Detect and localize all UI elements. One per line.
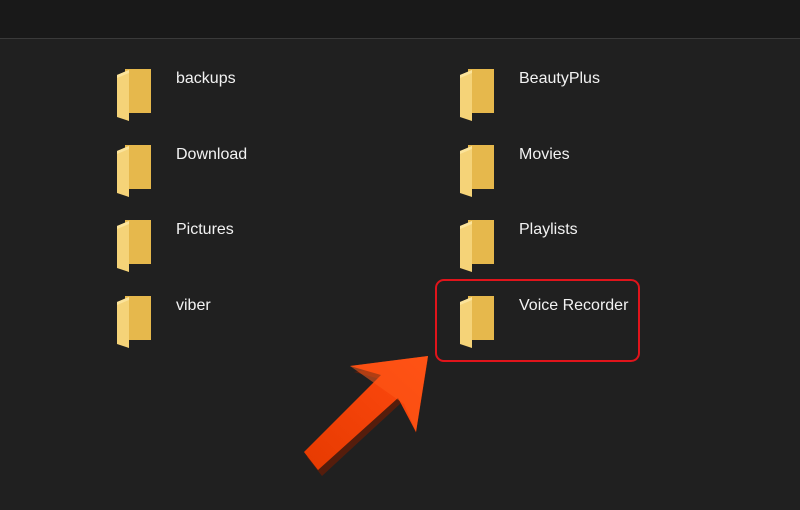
folder-item-download[interactable]: Download	[115, 143, 375, 209]
folder-icon	[458, 218, 496, 274]
folder-item-backups[interactable]: backups	[115, 67, 375, 133]
folder-item-viber[interactable]: viber	[115, 294, 375, 360]
folder-icon	[458, 67, 496, 123]
folder-item-movies[interactable]: Movies	[458, 143, 718, 209]
folder-icon	[458, 143, 496, 199]
folder-item-pictures[interactable]: Pictures	[115, 218, 375, 284]
toolbar-strip	[0, 0, 800, 39]
folder-label: Pictures	[176, 221, 234, 238]
folder-icon	[115, 294, 153, 350]
folder-label: Movies	[519, 146, 570, 163]
folder-item-beautyplus[interactable]: BeautyPlus	[458, 67, 718, 133]
folder-label: BeautyPlus	[519, 70, 600, 87]
folder-label: Download	[176, 146, 248, 163]
folder-item-playlists[interactable]: Playlists	[458, 218, 718, 284]
folder-label: Playlists	[519, 221, 578, 238]
highlight-box	[435, 279, 640, 362]
folder-label: viber	[176, 297, 211, 314]
folder-icon	[115, 143, 153, 199]
folder-icon	[115, 67, 153, 123]
folder-icon	[115, 218, 153, 274]
file-explorer-view: backups Download Pictures viber BeautyPl…	[0, 0, 800, 510]
folder-label: backups	[176, 70, 236, 87]
